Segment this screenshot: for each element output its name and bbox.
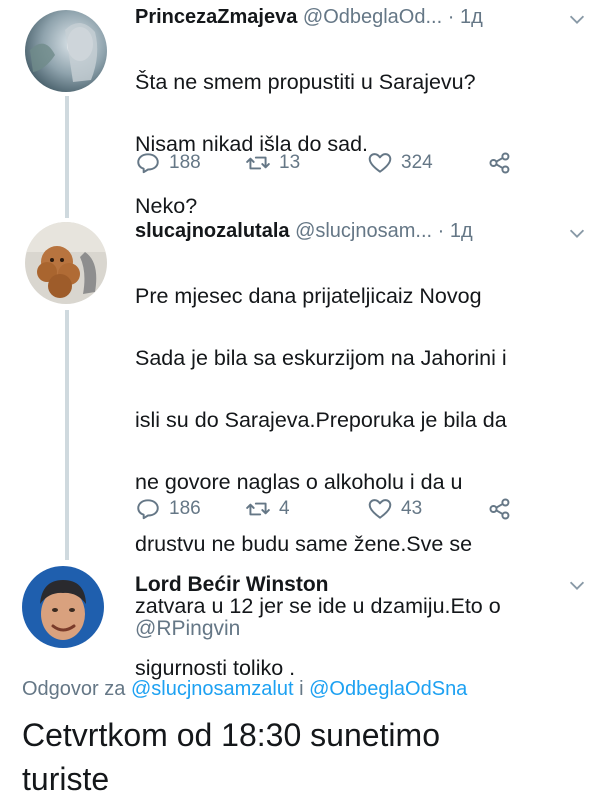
timestamp[interactable]: 1д — [450, 220, 473, 242]
like-count: 324 — [401, 152, 433, 173]
thread-line — [65, 96, 69, 218]
reply-prefix: Odgovor za — [22, 678, 126, 700]
share-button[interactable] — [487, 148, 513, 178]
reply-count: 186 — [169, 498, 201, 519]
reply-icon — [135, 150, 161, 176]
retweet-icon — [245, 150, 271, 176]
user-handle[interactable]: @slucjnosam... — [295, 220, 432, 242]
display-name[interactable]: PrincezaZmajeva — [135, 6, 297, 28]
tweet-text: Pre mjesec dana prijateljicaiz Novog Sad… — [135, 250, 585, 715]
reply-context: Odgovor za @slucjnosamzalut i @OdbeglaOd… — [22, 678, 467, 701]
reply-icon — [135, 496, 161, 522]
avatar[interactable] — [25, 10, 107, 92]
avatar[interactable] — [22, 566, 104, 648]
display-name[interactable]: Lord Bećir Winston — [135, 573, 328, 597]
reply-button[interactable]: 188 — [135, 148, 201, 178]
separator: · — [437, 220, 445, 242]
tweet-header: PrincezaZmajeva @OdbeglaOd... · 1д — [135, 6, 483, 29]
text-line: Sada je bila sa eskurzijom na Jahorini i — [135, 346, 507, 370]
display-name[interactable]: slucajnozalutala — [135, 220, 290, 242]
text-line: drustvu ne budu same žene.Sve se — [135, 532, 473, 556]
chevron-down-icon[interactable] — [566, 574, 588, 596]
share-icon — [487, 150, 513, 176]
share-button[interactable] — [487, 494, 513, 524]
user-handle[interactable]: @OdbeglaOd... — [303, 6, 442, 28]
text-line: isli su do Sarajeva.Preporuka je bila da — [135, 408, 507, 432]
timestamp[interactable]: 1д — [460, 6, 483, 28]
like-count: 43 — [401, 498, 423, 519]
retweet-count: 13 — [279, 152, 301, 173]
chevron-down-icon[interactable] — [566, 222, 588, 244]
separator: · — [447, 6, 455, 28]
text-line: Cetvrtkom od 18:30 sunetimo — [22, 717, 440, 753]
reply-joiner: i — [299, 678, 304, 700]
tweet-actions: 188 13 324 — [135, 148, 555, 178]
tweet-header: slucajnozalutala @slucjnosam... · 1д — [135, 220, 473, 243]
retweet-button[interactable]: 13 — [245, 148, 300, 178]
heart-icon — [367, 496, 393, 522]
user-handle[interactable]: @RPingvin — [135, 617, 240, 641]
text-line: Neko? — [135, 194, 198, 218]
chevron-down-icon[interactable] — [566, 8, 588, 30]
tweet-actions: 186 4 43 — [135, 494, 555, 524]
reply-count: 188 — [169, 152, 201, 173]
like-button[interactable]: 43 — [367, 494, 422, 524]
like-button[interactable]: 324 — [367, 148, 433, 178]
retweet-count: 4 — [279, 498, 290, 519]
mention-link[interactable]: @slucjnosamzalut — [131, 678, 294, 700]
text-line: Pre mjesec dana prijateljicaiz Novog — [135, 284, 482, 308]
share-icon — [487, 496, 513, 522]
avatar[interactable] — [25, 222, 107, 304]
retweet-button[interactable]: 4 — [245, 494, 290, 524]
tweet-text: Cetvrtkom od 18:30 sunetimo turiste — [22, 713, 582, 801]
text-line: Šta ne smem propustiti u Sarajevu? — [135, 70, 476, 94]
mention-link[interactable]: @OdbeglaOdSna — [309, 678, 467, 700]
thread-line — [65, 310, 69, 560]
retweet-icon — [245, 496, 271, 522]
heart-icon — [367, 150, 393, 176]
text-line: turiste — [22, 761, 110, 797]
reply-button[interactable]: 186 — [135, 494, 201, 524]
